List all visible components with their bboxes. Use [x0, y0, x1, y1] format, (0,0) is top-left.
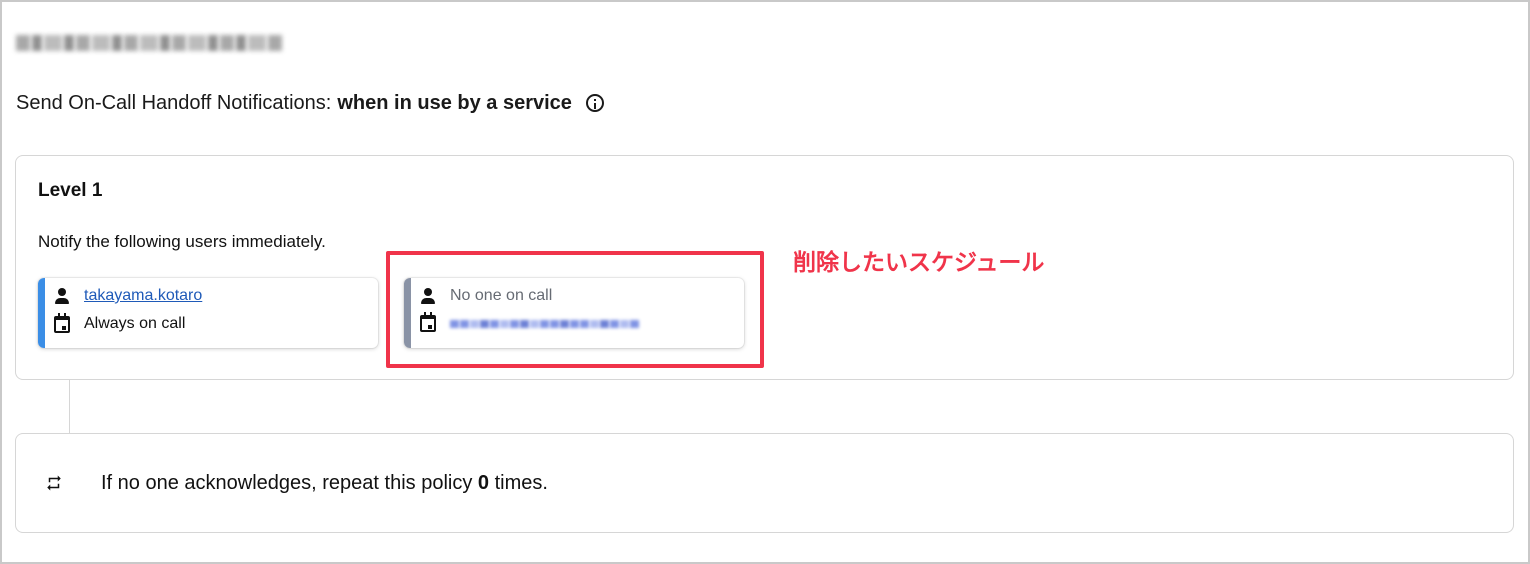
repeat-suffix: times. [494, 472, 548, 494]
repeat-icon [47, 475, 61, 491]
annotation-highlight-box [386, 251, 764, 368]
repeat-count: 0 [477, 472, 490, 494]
handoff-setting: Send On-Call Handoff Notifications: when… [16, 88, 604, 118]
schedule-text: Always on call [84, 315, 186, 332]
repeat-policy-text: If no one acknowledges, repeat this poli… [101, 472, 548, 495]
level-connector-line [69, 380, 70, 433]
escalation-level-card: Level 1 Notify the following users immed… [15, 155, 1514, 380]
person-icon [54, 288, 70, 304]
level-description: Notify the following users immediately. [38, 232, 326, 251]
level-title: Level 1 [38, 180, 103, 201]
info-icon[interactable] [585, 94, 604, 112]
user-link[interactable]: takayama.kotaro [84, 287, 202, 305]
target-card-user: takayama.kotaro Always on call [38, 278, 378, 348]
policy-title-redacted [16, 26, 282, 60]
repeat-prefix: If no one acknowledges, repeat this poli… [101, 472, 473, 494]
calendar-icon [54, 312, 70, 333]
target-accent-bar [38, 278, 45, 348]
handoff-label: Send On-Call Handoff Notifications: [16, 91, 332, 114]
annotation-label: 削除したいスケジュール [793, 250, 1045, 276]
repeat-policy-card: If no one acknowledges, repeat this poli… [15, 433, 1514, 533]
handoff-value: when in use by a service [337, 91, 572, 114]
